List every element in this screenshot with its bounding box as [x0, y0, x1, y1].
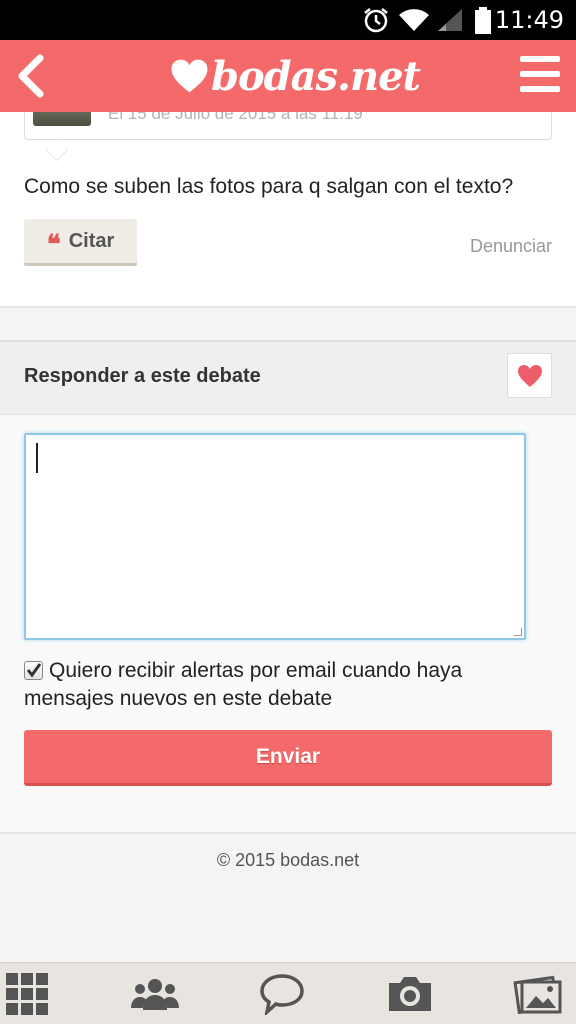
avatar[interactable]: [33, 112, 91, 126]
reply-textarea[interactable]: [24, 433, 526, 640]
back-button[interactable]: [12, 52, 52, 100]
nav-gallery[interactable]: [510, 971, 566, 1017]
nav-chat[interactable]: [256, 971, 308, 1017]
reply-section: Responder a este debate Quiero recibir a…: [0, 340, 576, 834]
alert-option: Quiero recibir alertas por email cuando …: [24, 657, 494, 713]
reply-header: Responder a este debate: [0, 342, 576, 415]
favorite-button[interactable]: [507, 353, 552, 398]
alert-label: Quiero recibir alertas por email cuando …: [24, 659, 463, 710]
nav-grid[interactable]: [2, 971, 52, 1017]
gallery-icon: [513, 975, 562, 1014]
post-meta: El 15 de Julio de 2015 a las 11:19: [24, 112, 552, 140]
quote-label: Citar: [68, 229, 115, 252]
heart-icon: [517, 364, 542, 387]
nav-camera[interactable]: [384, 971, 436, 1017]
community-icon: [131, 979, 179, 1010]
resize-handle[interactable]: [514, 628, 522, 636]
quote-button[interactable]: ❝ Citar: [24, 219, 137, 266]
menu-button[interactable]: [518, 54, 562, 94]
text-caret: [36, 443, 38, 473]
checkmark-icon: [26, 663, 42, 678]
signal-icon: [438, 9, 462, 31]
chevron-left-icon: [18, 54, 44, 98]
bottom-nav: [0, 962, 576, 1024]
reply-title: Responder a este debate: [24, 365, 261, 387]
brand-name: bodas.net: [211, 52, 421, 100]
battery-icon: [475, 7, 491, 34]
report-link[interactable]: Denunciar: [470, 236, 552, 257]
camera-icon: [389, 977, 431, 1011]
hamburger-icon: [520, 56, 560, 92]
send-button[interactable]: Enviar: [24, 730, 552, 786]
heart-logo-icon: [171, 59, 208, 93]
meta-pointer: [46, 139, 68, 161]
status-bar: 11:49: [0, 0, 576, 40]
post-text: Como se suben las fotos para q salgan co…: [24, 175, 514, 198]
nav-community[interactable]: [125, 971, 185, 1017]
copyright: © 2015 bodas.net: [216, 850, 360, 870]
quote-icon: ❝: [46, 230, 61, 260]
app-bar: bodas.net: [0, 40, 576, 112]
post-card: El 15 de Julio de 2015 a las 11:19 Como …: [0, 112, 576, 308]
clock: 11:49: [494, 6, 564, 34]
content: El 15 de Julio de 2015 a las 11:19 Como …: [0, 112, 576, 962]
alarm-icon: [364, 8, 388, 33]
brand-logo[interactable]: bodas.net: [170, 46, 421, 106]
post-date: El 15 de Julio de 2015 a las 11:19: [108, 112, 363, 123]
grid-icon: [6, 973, 48, 1015]
alert-checkbox[interactable]: [24, 661, 43, 680]
chat-icon: [260, 974, 304, 1015]
wifi-icon: [399, 9, 429, 32]
